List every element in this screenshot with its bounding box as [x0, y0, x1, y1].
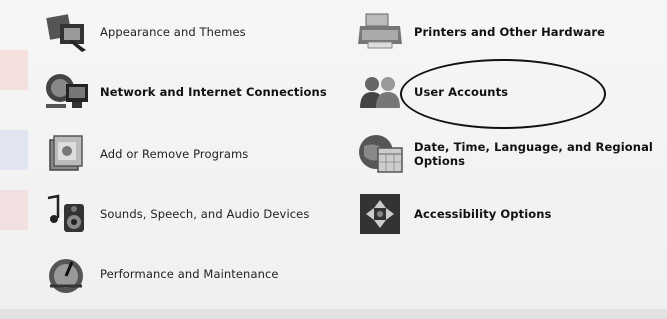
globe-calendar-icon	[356, 132, 406, 176]
category-label: Appearance and Themes	[100, 25, 246, 39]
network-icon	[42, 70, 92, 114]
category-label: Network and Internet Connections	[100, 85, 327, 99]
speaker-music-icon	[42, 192, 92, 236]
category-sounds-speech-audio[interactable]: Sounds, Speech, and Audio Devices	[42, 192, 309, 236]
category-performance-and-maintenance[interactable]: Performance and Maintenance	[42, 252, 279, 296]
category-label: Performance and Maintenance	[100, 267, 279, 281]
background-stripe	[0, 50, 28, 90]
user-accounts-icon	[356, 70, 406, 114]
category-label: Add or Remove Programs	[100, 147, 249, 161]
performance-gauge-icon	[42, 252, 92, 296]
add-remove-programs-icon	[42, 132, 92, 176]
category-label: User Accounts	[414, 85, 509, 99]
category-appearance-and-themes[interactable]: Appearance and Themes	[42, 10, 246, 54]
appearance-themes-icon	[42, 10, 92, 54]
category-date-time-language-regional[interactable]: Date, Time, Language, and Regional Optio…	[356, 132, 654, 176]
category-network-and-internet-connections[interactable]: Network and Internet Connections	[42, 70, 327, 114]
control-panel-category-view: Appearance and Themes Printers and Other…	[0, 0, 667, 319]
category-printers-and-other-hardware[interactable]: Printers and Other Hardware	[356, 10, 605, 54]
category-label: Sounds, Speech, and Audio Devices	[100, 207, 310, 221]
background-stripe	[0, 130, 28, 170]
background-stripe	[0, 190, 28, 230]
category-label: Date, Time, Language, and Regional Optio…	[414, 140, 653, 168]
bottom-edge	[0, 309, 667, 319]
printer-icon	[356, 10, 406, 54]
category-accessibility-options[interactable]: Accessibility Options	[356, 192, 552, 236]
accessibility-icon	[356, 192, 406, 236]
category-user-accounts[interactable]: User Accounts	[356, 70, 508, 114]
category-label: Printers and Other Hardware	[414, 25, 606, 39]
category-add-or-remove-programs[interactable]: Add or Remove Programs	[42, 132, 248, 176]
category-label: Accessibility Options	[414, 207, 552, 221]
